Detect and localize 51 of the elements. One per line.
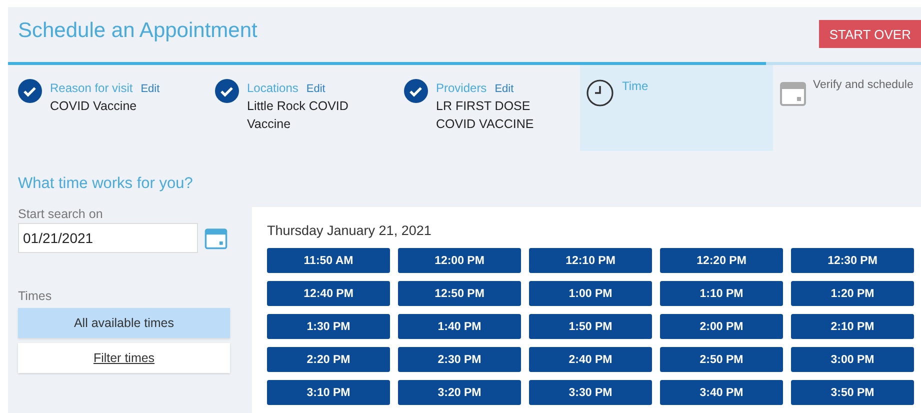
time-slot-button[interactable]: 2:00 PM [660, 314, 783, 339]
time-slot-button[interactable]: 2:50 PM [660, 347, 783, 372]
time-slot-button[interactable]: 1:00 PM [529, 281, 652, 306]
time-slot-button[interactable]: 12:40 PM [267, 281, 390, 306]
step-label: Verify and schedule [813, 79, 914, 93]
time-slot-button[interactable]: 2:20 PM [267, 347, 390, 372]
start-over-button[interactable]: START OVER [819, 20, 921, 48]
calendar-button-icon[interactable] [204, 226, 228, 250]
time-slot-button[interactable]: 12:50 PM [398, 281, 521, 306]
time-slot-button[interactable]: 2:30 PM [398, 347, 521, 372]
page-title: Schedule an Appointment [18, 19, 258, 43]
time-slot-button[interactable]: 1:40 PM [398, 314, 521, 339]
time-slot-button[interactable]: 12:10 PM [529, 248, 652, 273]
calendar-icon [779, 79, 807, 107]
time-slot-button[interactable]: 1:10 PM [660, 281, 783, 306]
checkmark-icon [215, 79, 239, 103]
time-slot-button[interactable]: 3:50 PM [791, 380, 914, 405]
section-heading: What time works for you? [18, 175, 194, 193]
step-label: Providers [436, 81, 487, 95]
time-slot-button[interactable]: 11:50 AM [267, 248, 390, 273]
time-slot-button[interactable]: 1:30 PM [267, 314, 390, 339]
times-option[interactable]: Filter times [18, 343, 230, 373]
edit-link[interactable]: Edit [306, 83, 326, 95]
time-slot-button[interactable]: 2:40 PM [529, 347, 652, 372]
field-label: Times [18, 289, 53, 303]
time-slot-button[interactable]: 2:10 PM [791, 314, 914, 339]
time-slot-button[interactable]: 1:50 PM [529, 314, 652, 339]
checkmark-icon [404, 79, 428, 103]
edit-link[interactable]: Edit [140, 83, 160, 95]
edit-link[interactable]: Edit [494, 83, 514, 95]
time-slot-button[interactable]: 3:20 PM [398, 380, 521, 405]
time-slot-button[interactable]: 1:20 PM [791, 281, 914, 306]
times-option[interactable]: All available times [18, 308, 230, 338]
time-slot-button[interactable]: 3:10 PM [267, 380, 390, 405]
time-slot-button[interactable]: 12:00 PM [398, 248, 521, 273]
clock-icon [586, 79, 614, 107]
step-label: Reason for visit [50, 81, 133, 95]
field-label: Start search on [18, 207, 104, 221]
step-value: Little Rock COVID Vaccine [247, 98, 350, 133]
step-label: Time [622, 79, 648, 95]
checkmark-icon [18, 79, 42, 103]
time-slot-button[interactable]: 3:00 PM [791, 347, 914, 372]
step-label: Locations [247, 81, 298, 95]
time-slot-button[interactable]: 12:30 PM [791, 248, 914, 273]
date-field[interactable]: 01/21/2021 [18, 223, 198, 253]
step-value: LR FIRST DOSE COVID VACCINE [436, 98, 535, 133]
time-slot-button[interactable]: 12:20 PM [660, 248, 783, 273]
day-title: Thursday January 21, 2021 [267, 223, 432, 238]
time-slot-button[interactable]: 3:40 PM [660, 380, 783, 405]
time-slot-button[interactable]: 3:30 PM [529, 380, 652, 405]
step-value: COVID Vaccine [50, 98, 138, 115]
